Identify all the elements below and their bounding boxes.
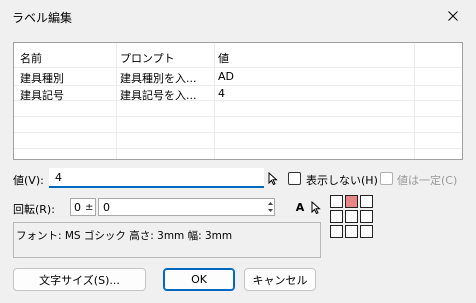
anchor-bottom-center[interactable] — [345, 225, 358, 238]
anchor-top-center[interactable] — [345, 195, 358, 208]
text-direction-button[interactable]: A — [294, 200, 306, 214]
rotation-spinner[interactable] — [265, 198, 275, 216]
row-1-name[interactable]: 建具種別 — [20, 70, 64, 86]
anchor-top-left[interactable] — [330, 195, 343, 208]
hide-checkbox[interactable] — [288, 172, 301, 185]
font-info-text: フォント: MS ゴシック 高さ: 3mm 幅: 3mm — [16, 230, 233, 242]
column-header-value[interactable]: 値 — [218, 50, 229, 66]
anchor-middle-center[interactable] — [345, 210, 358, 223]
row-divider — [14, 148, 462, 149]
row-divider — [14, 116, 462, 117]
row-1-value[interactable]: AD — [218, 70, 234, 83]
ok-button[interactable]: OK — [163, 268, 235, 291]
pick-rotation-button[interactable] — [310, 199, 322, 215]
row-divider — [14, 85, 462, 86]
value-label: 値(V): — [13, 174, 44, 187]
cursor-arrow-icon — [268, 171, 278, 185]
anchor-bottom-right[interactable] — [360, 225, 373, 238]
column-divider — [116, 43, 117, 159]
anchor-middle-left[interactable] — [330, 210, 343, 223]
column-header-name[interactable]: 名前 — [20, 50, 42, 66]
column-header-prompt[interactable]: プロンプト — [120, 50, 175, 66]
anchor-top-right[interactable] — [360, 195, 373, 208]
attribute-list[interactable]: 名前 プロンプト 値 建具種別 建具種別を入... AD 建具記号 建具記号を入… — [13, 42, 463, 160]
row-divider — [14, 67, 462, 68]
window-title: ラベル編集 — [12, 11, 73, 25]
row-2-value[interactable]: 4 — [218, 87, 225, 100]
rotation-base-value: 0 — [74, 200, 81, 214]
rotation-base-field[interactable]: 0 ± — [70, 198, 96, 216]
anchor-middle-right[interactable] — [360, 210, 373, 223]
hide-checkbox-label[interactable]: 表示しない(H) — [306, 172, 378, 188]
rotation-label: 回転(R): — [13, 203, 55, 216]
close-button[interactable] — [430, 0, 476, 32]
value-input[interactable] — [49, 168, 264, 188]
text-a-icon: A — [295, 200, 305, 214]
text-size-button[interactable]: 文字サイズ(S)... — [13, 268, 146, 291]
cancel-button[interactable]: キャンセル — [244, 268, 316, 291]
constant-checkbox-label: 値は一定(C) — [397, 174, 458, 187]
anchor-grid — [330, 195, 375, 240]
row-2-prompt[interactable]: 建具記号を入... — [120, 87, 197, 103]
constant-checkbox[interactable] — [380, 172, 393, 185]
row-divider — [14, 132, 462, 133]
close-icon — [448, 11, 458, 21]
rotation-value: 0 — [103, 200, 110, 214]
pick-value-button[interactable] — [266, 170, 280, 186]
column-divider — [214, 43, 215, 159]
column-divider — [414, 43, 415, 159]
plus-minus-symbol: ± — [85, 201, 94, 213]
cursor-arrow-icon — [311, 200, 321, 214]
font-info-panel: フォント: MS ゴシック 高さ: 3mm 幅: 3mm — [13, 222, 321, 258]
rotation-input[interactable]: 0 — [98, 198, 275, 216]
row-divider — [14, 100, 462, 101]
anchor-bottom-left[interactable] — [330, 225, 343, 238]
row-1-prompt[interactable]: 建具種別を入... — [120, 70, 197, 86]
row-2-name[interactable]: 建具記号 — [20, 87, 64, 103]
spin-arrows-icon — [267, 202, 273, 212]
